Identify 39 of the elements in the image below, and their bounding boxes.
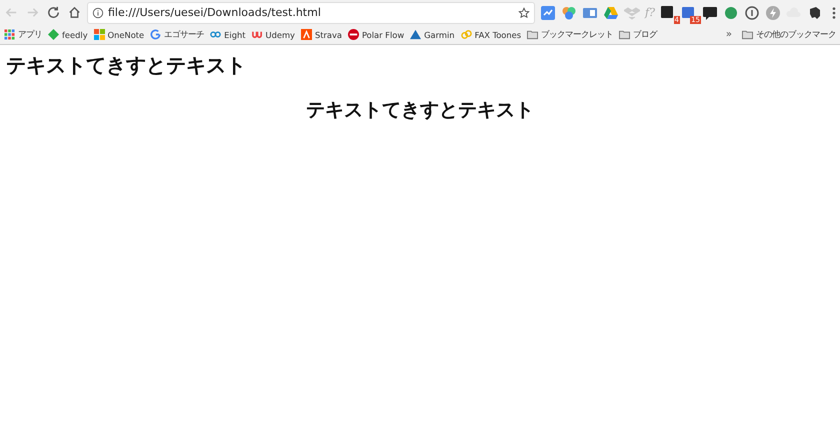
folder-icon — [527, 29, 538, 40]
site-icon — [252, 29, 262, 40]
menu-icon[interactable] — [832, 6, 836, 20]
bookmark-item[interactable]: エゴサーチ — [150, 29, 204, 40]
folder-icon — [742, 29, 753, 40]
site-icon — [300, 29, 312, 40]
bookmark-item[interactable]: Udemy — [252, 29, 295, 40]
site-icon — [460, 29, 472, 40]
bookmark-item[interactable]: Strava — [300, 29, 342, 40]
info-icon[interactable] — [92, 6, 104, 18]
site-icon — [150, 29, 162, 40]
bookmark-item[interactable]: Eight — [210, 29, 246, 40]
bookmark-item[interactable]: Polar Flow — [348, 29, 404, 40]
site-icon — [210, 29, 222, 40]
page-heading: テキストてきすとテキスト — [6, 52, 247, 79]
extension-icon[interactable] — [702, 4, 718, 20]
site-icon — [94, 29, 105, 40]
bookmark-folder[interactable]: ブログ — [619, 29, 658, 40]
site-icon — [48, 29, 59, 40]
bookmark-item[interactable]: Garmin — [410, 29, 455, 40]
bookmark-item[interactable]: FAX Toones — [460, 29, 522, 40]
folder-icon — [619, 29, 630, 40]
site-icon — [410, 29, 422, 40]
bookmark-item[interactable]: feedly — [48, 29, 88, 40]
site-icon — [348, 29, 359, 40]
extension-icon[interactable] — [807, 4, 823, 20]
grid-icon — [4, 29, 15, 40]
address-bar[interactable]: file:///Users/uesei/Downloads/test.html — [88, 2, 534, 22]
reload-icon[interactable] — [46, 5, 61, 20]
url-text: file:///Users/uesei/Downloads/test.html — [108, 6, 322, 19]
page-heading: テキストてきすとテキスト — [305, 98, 535, 123]
bookmark-folder[interactable]: その他のブックマーク — [742, 29, 836, 40]
star-icon[interactable] — [518, 6, 530, 18]
bookmark-item[interactable]: OneNote — [94, 29, 144, 40]
home-icon[interactable] — [67, 5, 82, 20]
bookmark-folder[interactable]: ブックマークレット — [527, 29, 614, 40]
bookmarks-overflow-button[interactable]: » — [726, 29, 732, 40]
extension-icon[interactable] — [744, 4, 760, 20]
bookmark-item[interactable]: アプリ — [4, 29, 42, 40]
